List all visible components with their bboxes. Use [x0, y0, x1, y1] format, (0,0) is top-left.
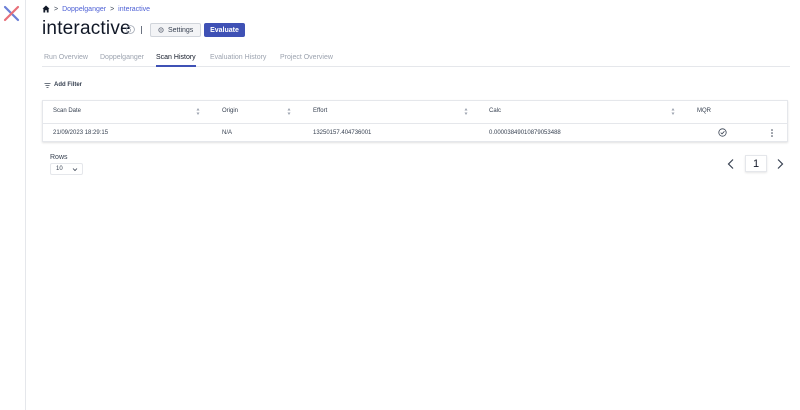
add-filter-button[interactable]: Add Filter [44, 80, 82, 90]
rows-per-page-value: 10 [56, 166, 63, 172]
tab-scan-history[interactable]: Scan History [156, 54, 196, 67]
breadcrumb: > Doppelganger > interactive [42, 4, 150, 14]
home-icon[interactable] [42, 5, 50, 13]
sort-icon[interactable] [287, 107, 291, 116]
cell-scan-date: 21/09/2023 18:29:15 [53, 130, 109, 136]
previous-page-icon[interactable] [726, 158, 736, 170]
column-header-calc[interactable]: Calc [489, 108, 501, 114]
tab-project-overview[interactable]: Project Overview [280, 54, 333, 67]
settings-button-label: Settings [168, 26, 194, 34]
current-page-button[interactable]: 1 [745, 155, 767, 172]
cell-calc: 0.00003849010879053488 [489, 130, 561, 136]
rows-per-page-select[interactable]: 10 [50, 163, 83, 175]
check-circle-icon [718, 128, 727, 137]
row-actions-kebab-icon[interactable] [769, 128, 775, 138]
next-page-icon[interactable] [775, 158, 785, 170]
column-header-effort[interactable]: Effort [313, 108, 327, 114]
column-header-origin[interactable]: Origin [222, 108, 238, 114]
breadcrumb-separator: > [54, 5, 59, 13]
chevron-down-icon [72, 168, 78, 172]
scan-history-table: Scan Date Origin Effort Calc MQR 21/09/2… [42, 100, 788, 142]
main-content: > Doppelganger > interactive interactive… [26, 0, 800, 410]
table-header: Scan Date Origin Effort Calc MQR [43, 101, 787, 124]
tab-doppelganger[interactable]: Doppelganger [100, 54, 144, 67]
side-nav [0, 0, 26, 410]
add-filter-label: Add Filter [54, 82, 82, 88]
page-title: interactive [42, 18, 131, 39]
column-header-scan-date[interactable]: Scan Date [53, 108, 81, 114]
breadcrumb-link-run[interactable]: interactive [118, 6, 150, 13]
table-row[interactable]: 21/09/2023 18:29:15 N/A 13250157.4047360… [43, 124, 787, 142]
breadcrumb-link-project[interactable]: Doppelganger [62, 6, 106, 13]
sort-icon[interactable] [196, 107, 200, 116]
evaluate-button[interactable]: Evaluate [204, 23, 245, 37]
breadcrumb-separator: > [110, 5, 115, 13]
gear-icon [158, 27, 164, 33]
column-header-mqr[interactable]: MQR [697, 108, 711, 114]
cell-origin: N/A [222, 130, 233, 136]
app-logo-icon[interactable] [3, 5, 20, 22]
settings-button[interactable]: Settings [150, 23, 202, 37]
tab-run-overview[interactable]: Run Overview [44, 54, 88, 67]
info-icon[interactable] [126, 25, 135, 34]
header-divider [141, 26, 142, 34]
rows-per-page-label: Rows [50, 154, 68, 161]
sort-icon[interactable] [464, 107, 468, 116]
sort-icon[interactable] [671, 107, 675, 116]
tab-bar: Run Overview Doppelganger Scan History E… [42, 53, 790, 67]
cell-effort: 13250157.404736001 [313, 130, 372, 136]
filter-icon [44, 82, 51, 88]
tab-evaluation-history[interactable]: Evaluation History [210, 54, 266, 67]
